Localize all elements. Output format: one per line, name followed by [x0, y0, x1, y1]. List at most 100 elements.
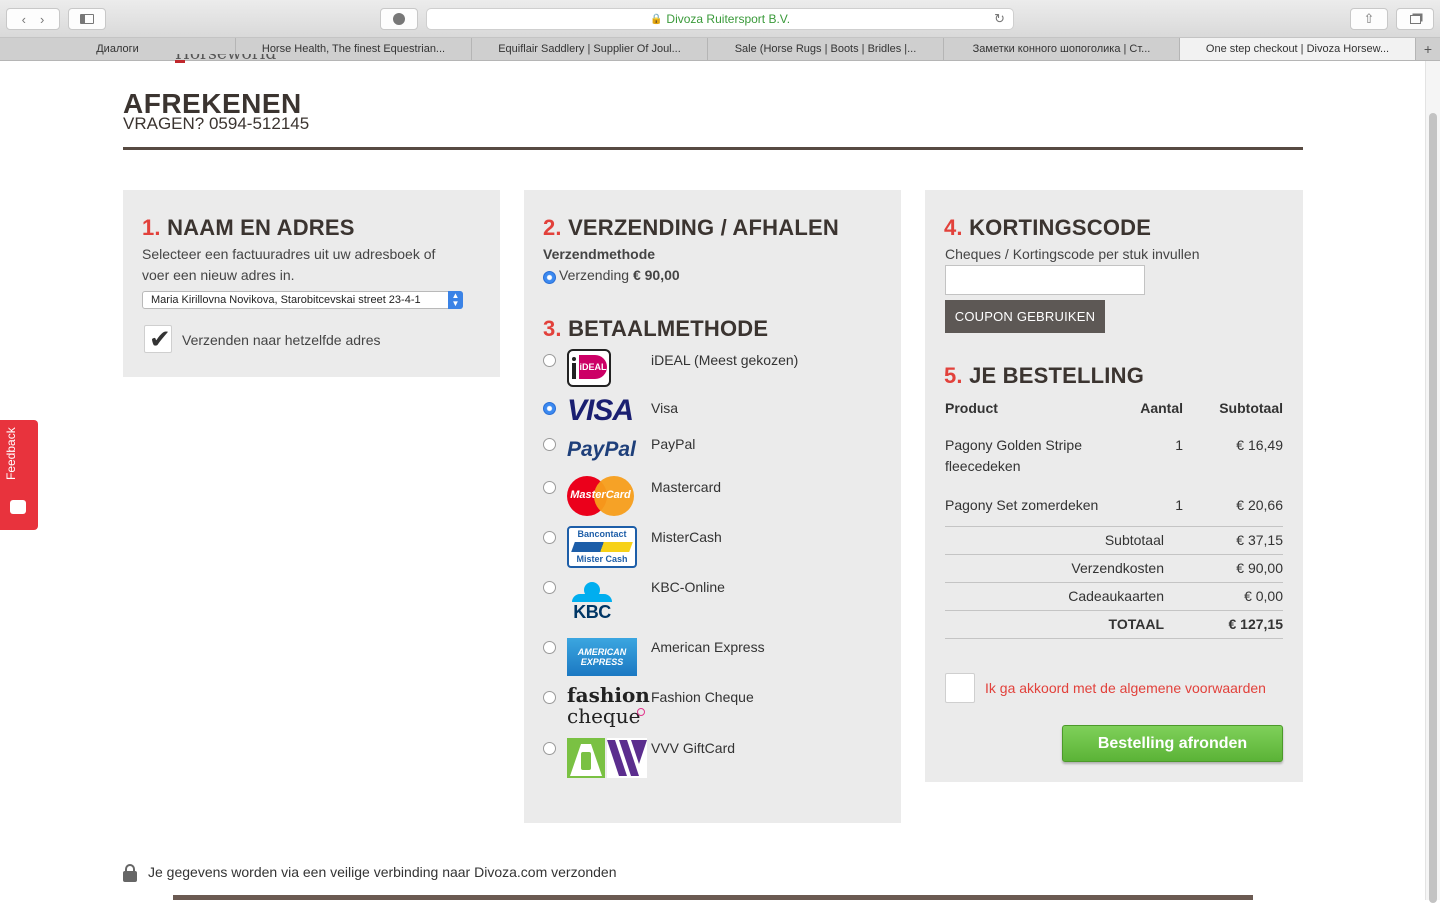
- payment-radio-visa[interactable]: [543, 402, 556, 415]
- paypal-logo-text: PayPal: [567, 438, 636, 461]
- payment-radio-mastercard[interactable]: [543, 481, 556, 494]
- heading-text: VERZENDING / AFHALEN: [568, 215, 839, 240]
- shipping-heading: 2. VERZENDING / AFHALEN: [543, 215, 839, 241]
- item-name-line: fleecedeken: [945, 458, 1021, 474]
- share-button[interactable]: ⇧: [1350, 8, 1388, 30]
- payment-label-visa: Visa: [651, 400, 678, 416]
- sidebar-toggle-button[interactable]: [68, 8, 106, 30]
- coupon-heading: 4. KORTINGSCODE: [944, 215, 1151, 241]
- payment-radio-fashion-cheque[interactable]: [543, 691, 556, 704]
- back-icon[interactable]: ‹: [22, 12, 26, 27]
- order-table-header: Product Aantal Subtotaal: [945, 400, 1283, 420]
- tab-checkout[interactable]: One step checkout | Divoza Horsew...: [1180, 38, 1416, 60]
- reload-icon[interactable]: ↻: [994, 11, 1005, 27]
- select-arrows-icon: ▲ ▼: [448, 291, 463, 309]
- back-forward-buttons[interactable]: ‹ ›: [6, 8, 60, 30]
- totals-row-shipping: Verzendkosten € 90,00: [945, 560, 1283, 582]
- sidebar-icon: [80, 14, 94, 24]
- tab-label: Horse Health, The finest Equestrian...: [261, 43, 446, 55]
- feedback-face-icon: [10, 500, 26, 514]
- fashion-cheque-logo-text-1: fashion: [567, 683, 650, 707]
- tab-notes[interactable]: Заметки конного шопоголика | Ст...: [944, 38, 1180, 60]
- divider: [945, 554, 1283, 555]
- vvv-logo-graphic: [567, 738, 647, 778]
- privacy-icon: [393, 13, 405, 25]
- totals-value: € 37,15: [1236, 532, 1283, 548]
- item-price: € 16,49: [1236, 437, 1283, 453]
- url-text: Divoza Ruitersport B.V.: [666, 12, 791, 26]
- heading-text: BETAALMETHODE: [568, 316, 769, 341]
- site-logo[interactable]: Horseworld: [175, 54, 276, 70]
- table-row: Pagony Set zomerdeken 1 € 20,66: [945, 497, 1283, 519]
- amex-logo: AMERICAN EXPRESS: [567, 638, 637, 676]
- kbc-logo-text: KBC: [573, 602, 611, 622]
- shipping-option-price: € 90,00: [632, 267, 680, 283]
- privacy-button[interactable]: [380, 8, 418, 30]
- vvv-giftcard-logo: [567, 738, 647, 778]
- totals-value: € 127,15: [1228, 616, 1284, 632]
- address-select-value: Maria Kirillovna Novikova, Starobitcevsk…: [151, 294, 421, 306]
- payment-heading: 3. BETAALMETHODE: [543, 316, 768, 342]
- tab-label: Диалоги: [96, 43, 139, 55]
- address-bar[interactable]: 🔒 Divoza Ruitersport B.V. ↻: [426, 8, 1014, 30]
- fashion-cheque-logo: fashion cheque: [567, 683, 650, 728]
- tab-label: Sale (Horse Rugs | Boots | Bridles |...: [734, 43, 917, 55]
- col-product: Product: [945, 400, 998, 416]
- item-price: € 20,66: [1236, 497, 1283, 513]
- coupon-apply-button[interactable]: COUPON GEBRUIKEN: [945, 300, 1105, 333]
- step-number: 1.: [142, 215, 161, 240]
- coupon-description: Cheques / Kortingscode per stuk invullen: [945, 246, 1200, 262]
- page-scrollbar[interactable]: [1425, 61, 1440, 903]
- payment-radio-paypal[interactable]: [543, 438, 556, 451]
- plus-icon: +: [1423, 41, 1433, 57]
- totals-label: Subtotaal: [1104, 532, 1164, 548]
- payment-radio-mistercash[interactable]: [543, 531, 556, 544]
- totals-label: Cadeaukaarten: [1068, 588, 1164, 604]
- address-description: Selecteer een factuuradres uit uw adresb…: [142, 246, 436, 262]
- col-subtotal: Subtotaal: [1219, 400, 1283, 416]
- payment-radio-vvv[interactable]: [543, 742, 556, 755]
- feedback-tab[interactable]: Feedback: [0, 420, 38, 530]
- tab-equiflair[interactable]: Equiflair Saddlery | Supplier Of Joul...: [472, 38, 708, 60]
- step-number: 3.: [543, 316, 562, 341]
- secure-connection-note: Je gegevens worden via een veilige verbi…: [123, 864, 617, 882]
- terms-label[interactable]: Ik ga akkoord met de algemene voorwaarde…: [985, 680, 1266, 696]
- kbc-logo: KBC: [567, 578, 617, 624]
- same-address-label: Verzenden naar hetzelfde adres: [182, 332, 381, 348]
- checkmark-icon: ✔: [149, 324, 171, 354]
- payment-radio-amex[interactable]: [543, 641, 556, 654]
- terms-checkbox[interactable]: [945, 673, 975, 703]
- tab-sale[interactable]: Sale (Horse Rugs | Boots | Bridles |...: [708, 38, 944, 60]
- address-description-2: voer een nieuw adres in.: [142, 267, 295, 283]
- payment-radio-ideal[interactable]: [543, 354, 556, 367]
- address-heading: 1. NAAM EN ADRES: [142, 215, 355, 241]
- ideal-logo-text: iDEAL: [579, 355, 607, 379]
- step-number: 4.: [944, 215, 963, 240]
- same-address-checkbox[interactable]: ✔: [144, 324, 172, 354]
- tabs-overview-button[interactable]: [1396, 8, 1434, 30]
- payment-label-ideal: iDEAL (Meest gekozen): [651, 352, 799, 368]
- padlock-icon: [123, 864, 137, 882]
- totals-row-total: TOTAAL € 127,15: [945, 616, 1283, 638]
- browser-toolbar: ‹ › 🔒 Divoza Ruitersport B.V. ↻ ⇧: [0, 0, 1440, 38]
- logo-accent: [175, 60, 185, 63]
- tab-label: Заметки конного шопоголика | Ст...: [972, 43, 1151, 55]
- place-order-button[interactable]: Bestelling afronden: [1062, 725, 1283, 762]
- amex-logo-text-2: EXPRESS: [580, 657, 624, 667]
- payment-radio-kbc[interactable]: [543, 581, 556, 594]
- scrollbar-thumb[interactable]: [1429, 113, 1437, 903]
- shipping-option-label: Verzending: [559, 267, 630, 283]
- forward-icon[interactable]: ›: [40, 12, 44, 27]
- mastercard-logo-text: MasterCard: [570, 489, 631, 501]
- payment-label-amex: American Express: [651, 639, 765, 655]
- new-tab-button[interactable]: +: [1416, 38, 1440, 60]
- shipping-radio[interactable]: [543, 271, 556, 284]
- fashion-cheque-logo-text-2: cheque: [567, 704, 641, 728]
- logo-text: Horseworld: [175, 54, 277, 64]
- totals-row-giftcards: Cadeaukaarten € 0,00: [945, 588, 1283, 610]
- paypal-logo: PayPal: [567, 435, 647, 475]
- lock-icon: 🔒: [649, 13, 663, 25]
- coupon-input[interactable]: [945, 265, 1145, 295]
- order-heading: 5. JE BESTELLING: [944, 363, 1144, 389]
- address-select[interactable]: Maria Kirillovna Novikova, Starobitcevsk…: [142, 291, 463, 309]
